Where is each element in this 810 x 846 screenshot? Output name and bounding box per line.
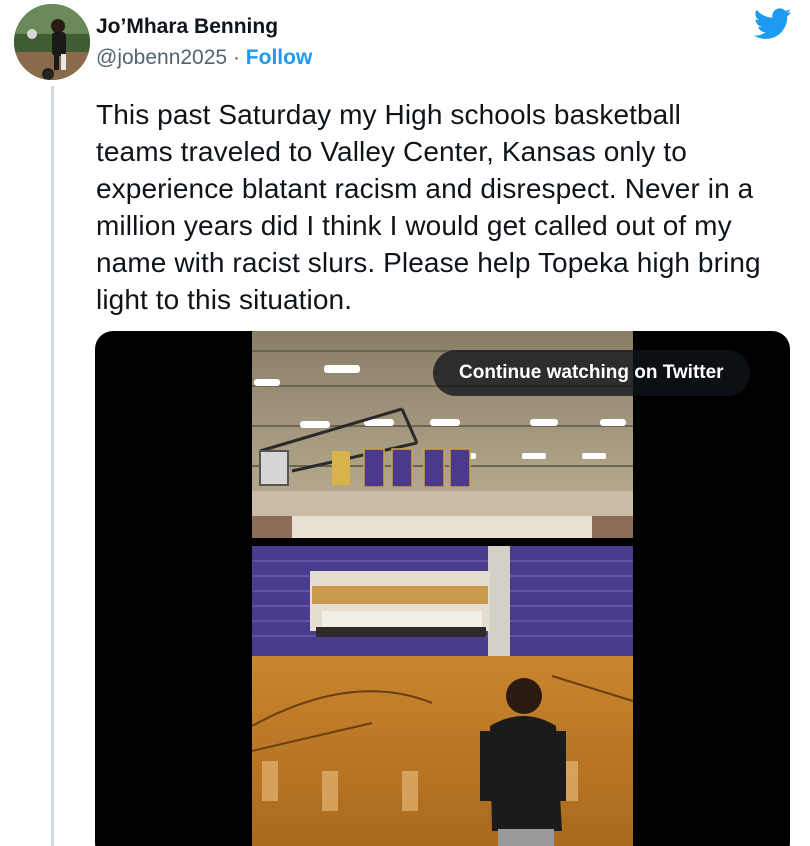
handle[interactable]: @jobenn2025 — [96, 46, 227, 69]
video-thumbnail — [252, 331, 633, 846]
avatar[interactable] — [14, 4, 90, 80]
video-player[interactable]: Continue watching on Twitter — [95, 331, 790, 846]
handle-row: @jobenn2025 · Follow — [96, 45, 312, 71]
separator: · — [232, 46, 240, 69]
continue-watching-button[interactable]: Continue watching on Twitter — [433, 350, 750, 396]
twitter-bird-icon[interactable] — [753, 8, 792, 40]
tweet-card: Jo’Mhara Benning @jobenn2025 · Follow Th… — [0, 0, 810, 846]
follow-button[interactable]: Follow — [246, 46, 313, 69]
tweet-header: Jo’Mhara Benning @jobenn2025 · Follow — [96, 14, 312, 71]
display-name[interactable]: Jo’Mhara Benning — [96, 14, 312, 40]
tweet-text: This past Saturday my High schools baske… — [96, 99, 761, 315]
thread-line — [51, 86, 54, 846]
